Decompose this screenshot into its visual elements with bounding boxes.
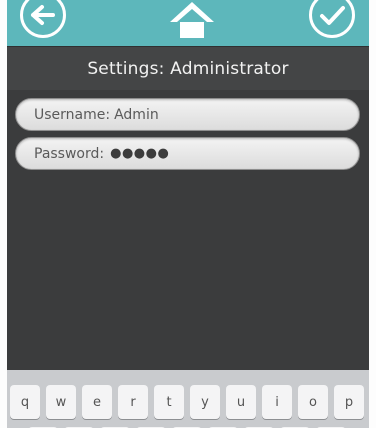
- key-r[interactable]: r: [118, 385, 148, 419]
- password-label: Password:: [34, 145, 105, 162]
- on-screen-keyboard: q w e r t y u i o p: [7, 370, 369, 428]
- username-label: Username:: [34, 106, 111, 123]
- key-t[interactable]: t: [154, 385, 184, 419]
- arrow-left-icon: [31, 5, 55, 25]
- title-bar: Settings: Administrator: [7, 46, 369, 91]
- key-w[interactable]: w: [46, 385, 76, 419]
- key-y[interactable]: y: [190, 385, 220, 419]
- username-value: Admin: [114, 106, 159, 123]
- key-q[interactable]: q: [10, 385, 40, 419]
- settings-form: Username: Admin Password: ●●●●●: [7, 90, 369, 370]
- password-field[interactable]: Password: ●●●●●: [15, 137, 360, 170]
- confirm-button[interactable]: [309, 0, 355, 38]
- username-field[interactable]: Username: Admin: [15, 98, 360, 131]
- home-icon[interactable]: [167, 0, 217, 38]
- key-i[interactable]: i: [262, 385, 292, 419]
- password-value: ●●●●●: [110, 146, 170, 161]
- device-screen: Settings: Administrator Username: Admin …: [7, 0, 369, 428]
- back-button[interactable]: [20, 0, 66, 38]
- key-e[interactable]: e: [82, 385, 112, 419]
- top-navigation-bar: [7, 0, 369, 46]
- checkmark-icon: [320, 6, 345, 25]
- key-p[interactable]: p: [334, 385, 364, 419]
- page-title: Settings: Administrator: [87, 59, 289, 79]
- key-u[interactable]: u: [226, 385, 256, 419]
- key-o[interactable]: o: [298, 385, 328, 419]
